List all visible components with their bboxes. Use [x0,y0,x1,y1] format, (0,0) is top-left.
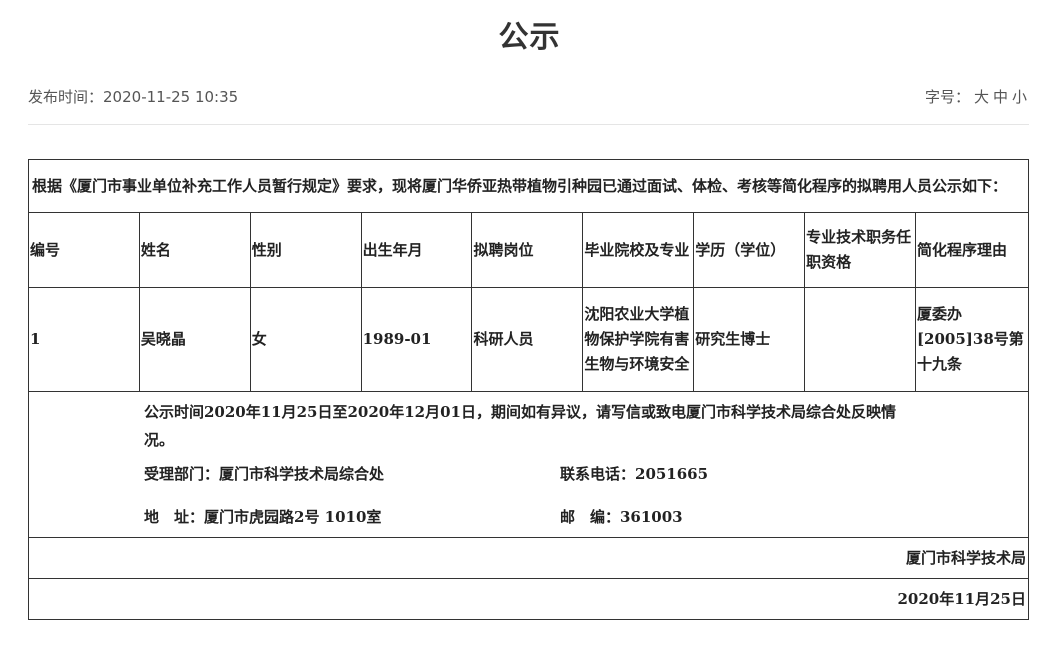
cell-name: 吴晓晶 [138,287,251,392]
header-cell: 专业技术职务任职资格 [804,212,916,288]
address: 地 址：厦门市虎园路2号 1010室 [144,508,382,526]
publish-time: 2020-11-25 10:35 [103,88,239,106]
header-cell: 拟聘岗位 [471,212,584,288]
postcode: 邮 编：361003 [560,508,683,526]
cell-degree: 研究生博士 [693,287,806,392]
notice-info: 公示时间2020年11月25日至2020年12月01日，期间如有异议，请写信或致… [28,391,1029,538]
contact-phone: 联系电话：2051665 [560,465,709,483]
header-cell: 毕业院校及专业 [582,212,695,288]
header-divider [28,124,1029,125]
header-cell: 姓名 [138,212,251,288]
header-cell: 出生年月 [360,212,473,288]
cell-title-qualification [804,287,916,392]
table-row: 1 吴晓晶 女 1989-01 科研人员 沈阳农业大学植物保护学院有害生物与环境… [28,287,1030,392]
cell-reason: 厦委办[2005]38号第十九条 [914,287,1030,392]
cell-gender: 女 [249,287,362,392]
font-size-switcher: 字号：大中小 [925,86,1027,107]
header-cell: 简化程序理由 [914,212,1030,288]
publish-info: 发布时间：2020-11-25 10:35 [28,86,238,107]
table-header-row: 编号 姓名 性别 出生年月 拟聘岗位 毕业院校及专业 学历（学位） 专业技术职务… [28,212,1030,288]
notice-table: 根据《厦门市事业单位补充工作人员暂行规定》要求，现将厦门华侨亚热带植物引种园已通… [28,159,1030,620]
cell-number: 1 [28,287,140,392]
notice-period: 公示时间2020年11月25日至2020年12月01日，期间如有异议，请写信或致… [144,403,896,449]
address-line: 地 址：厦门市虎园路2号 1010室 邮 编：361003 [144,505,683,529]
header-cell: 编号 [28,212,140,288]
intro-text: 根据《厦门市事业单位补充工作人员暂行规定》要求，现将厦门华侨亚热带植物引种园已通… [28,159,1029,213]
signer: 厦门市科学技术局 [28,537,1029,579]
sign-date: 2020年11月25日 [28,578,1029,620]
cell-position: 科研人员 [471,287,584,392]
cell-birth: 1989-01 [360,287,473,392]
page-title: 公示 [498,20,561,55]
font-size-small-button[interactable]: 小 [1012,88,1027,106]
header-cell: 性别 [249,212,362,288]
header-cell: 学历（学位） [693,212,806,288]
contact-line: 受理部门：厦门市科学技术局综合处 联系电话：2051665 [144,462,708,486]
cell-school-major: 沈阳农业大学植物保护学院有害生物与环境安全 [582,287,695,392]
font-size-medium-button[interactable]: 中 [993,88,1008,106]
accepting-department: 受理部门：厦门市科学技术局综合处 [144,465,385,483]
publish-label: 发布时间： [28,88,104,106]
font-size-large-button[interactable]: 大 [974,88,989,106]
font-size-label: 字号： [924,88,970,106]
